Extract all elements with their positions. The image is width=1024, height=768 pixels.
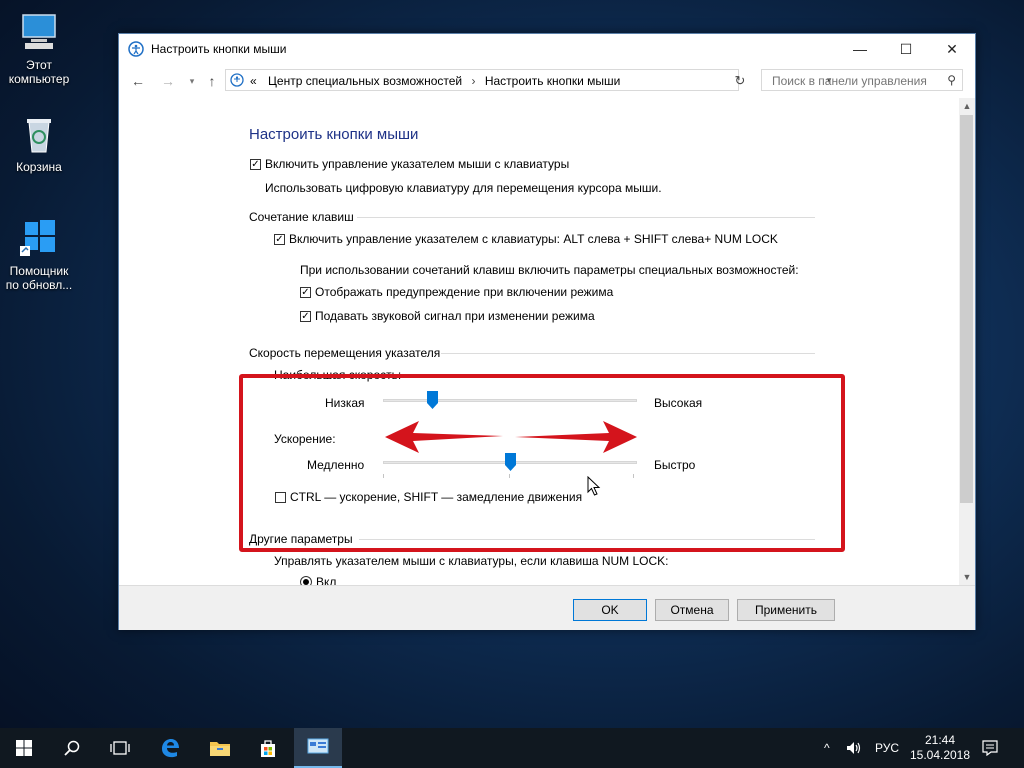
address-bar-row: ← → ▾ ↑ « Центр специальных возможностей… [119, 64, 975, 98]
desktop-icon-label: по обновл... [5, 278, 73, 292]
edge-button[interactable] [146, 728, 194, 768]
back-arrow-icon[interactable]: ← [129, 72, 147, 90]
numlock-on-radio[interactable] [300, 576, 312, 585]
folder-icon [210, 742, 230, 756]
input-language-indicator[interactable]: РУС [875, 728, 899, 768]
shortcut-group-title: Сочетание клавиш [249, 210, 354, 224]
breadcrumb-overflow[interactable]: « [250, 74, 257, 88]
refresh-icon[interactable]: ↻ [731, 72, 749, 90]
content-area: Настроить кнопки мыши ✓ Включить управле… [119, 98, 959, 585]
shortcut-enable-checkbox[interactable]: ✓ [274, 234, 285, 245]
sound-label[interactable]: Подавать звуковой сигнал при изменении р… [315, 309, 595, 323]
numlock-description: Управлять указателем мыши с клавиатуры, … [274, 554, 669, 568]
enable-mousekeys-description: Использовать цифровую клавиатуру для пер… [265, 181, 662, 195]
desktop-icon-update-assistant[interactable]: Помощник по обновл... [4, 216, 74, 292]
group-divider [359, 539, 815, 540]
start-button[interactable] [0, 728, 48, 768]
desktop-icon-recycle-bin[interactable]: Корзина [4, 112, 74, 174]
ok-button[interactable]: OK [573, 599, 647, 621]
close-button[interactable]: ✕ [929, 34, 975, 64]
title-bar[interactable]: Настроить кнопки мыши — ☐ ✕ [119, 34, 975, 64]
clock[interactable]: 21:44 15.04.2018 [910, 728, 970, 768]
speaker-icon[interactable] [846, 728, 862, 768]
highlight-frame [239, 374, 845, 552]
breadcrumb-current[interactable]: Настроить кнопки мыши [485, 74, 621, 88]
window-title: Настроить кнопки мыши [151, 42, 287, 56]
store-button[interactable] [244, 728, 292, 768]
page-title: Настроить кнопки мыши [249, 126, 419, 143]
desktop-icon-label: Этот [26, 58, 52, 72]
group-divider [357, 217, 815, 218]
other-group-title: Другие параметры [249, 532, 353, 546]
task-view-button[interactable] [96, 728, 144, 768]
recent-pages-chevron-icon[interactable]: ▾ [183, 72, 201, 90]
breadcrumb-separator: › [471, 74, 476, 88]
windows-update-icon [17, 216, 61, 260]
minimize-button[interactable]: — [837, 34, 883, 64]
task-view-icon [110, 741, 130, 755]
control-panel-icon [230, 73, 244, 87]
scrollbar-thumb[interactable] [960, 115, 973, 503]
control-panel-taskbar-button[interactable] [294, 728, 342, 768]
search-box[interactable]: ⚲ [761, 69, 963, 91]
action-center-icon[interactable] [982, 728, 998, 768]
search-icon[interactable]: ⚲ [947, 73, 956, 87]
control-panel-window: Настроить кнопки мыши — ☐ ✕ ← → ▾ ↑ « Це… [118, 33, 976, 630]
search-input[interactable] [770, 71, 944, 91]
desktop-icon-this-pc[interactable]: Этот компьютер [4, 10, 74, 86]
maximize-button[interactable]: ☐ [883, 34, 929, 64]
scroll-up-icon[interactable]: ▲ [959, 98, 975, 114]
ease-of-access-icon [128, 41, 144, 57]
taskbar: ^ РУС 21:44 15.04.2018 [0, 728, 1024, 768]
forward-arrow-icon[interactable]: → [159, 72, 177, 90]
search-taskbar-button[interactable] [48, 728, 96, 768]
windows-logo-icon [16, 740, 32, 756]
enable-mousekeys-checkbox[interactable]: ✓ [250, 159, 261, 170]
search-icon [64, 740, 80, 756]
enable-mousekeys-label[interactable]: Включить управление указателем мыши с кл… [265, 157, 569, 171]
file-explorer-button[interactable] [196, 728, 244, 768]
desktop-icon-label: компьютер [8, 72, 70, 86]
store-bag-icon [261, 740, 275, 757]
numlock-on-label[interactable]: Вкл [316, 575, 336, 585]
clock-time: 21:44 [924, 733, 956, 747]
dialog-footer: OK Отмена Применить [119, 585, 975, 630]
warning-checkbox[interactable]: ✓ [300, 287, 311, 298]
warning-label[interactable]: Отображать предупреждение при включении … [315, 285, 613, 299]
computer-icon [17, 10, 61, 54]
edge-browser-icon [162, 739, 179, 758]
speed-group-title: Скорость перемещения указателя [249, 346, 441, 360]
apply-button[interactable]: Применить [737, 599, 835, 621]
group-divider [441, 353, 815, 354]
shortcut-description: При использовании сочетаний клавиш включ… [300, 263, 799, 277]
control-panel-icon [307, 738, 329, 754]
shortcut-enable-label[interactable]: Включить управление указателем с клавиат… [289, 232, 778, 246]
address-field[interactable]: « Центр специальных возможностей › Настр… [225, 69, 831, 91]
cancel-button[interactable]: Отмена [655, 599, 729, 621]
desktop-icon-label: Помощник [9, 264, 69, 278]
show-hidden-icons-chevron[interactable]: ^ [824, 728, 830, 768]
recycle-bin-icon [17, 112, 61, 156]
scroll-down-icon[interactable]: ▼ [959, 569, 975, 585]
clock-date: 15.04.2018 [909, 748, 971, 762]
sound-checkbox[interactable]: ✓ [300, 311, 311, 322]
up-arrow-icon[interactable]: ↑ [203, 72, 221, 90]
desktop-icon-label: Корзина [16, 160, 62, 174]
breadcrumb-ease-of-access[interactable]: Центр специальных возможностей [268, 74, 462, 88]
vertical-scrollbar[interactable]: ▲ ▼ [959, 98, 975, 585]
